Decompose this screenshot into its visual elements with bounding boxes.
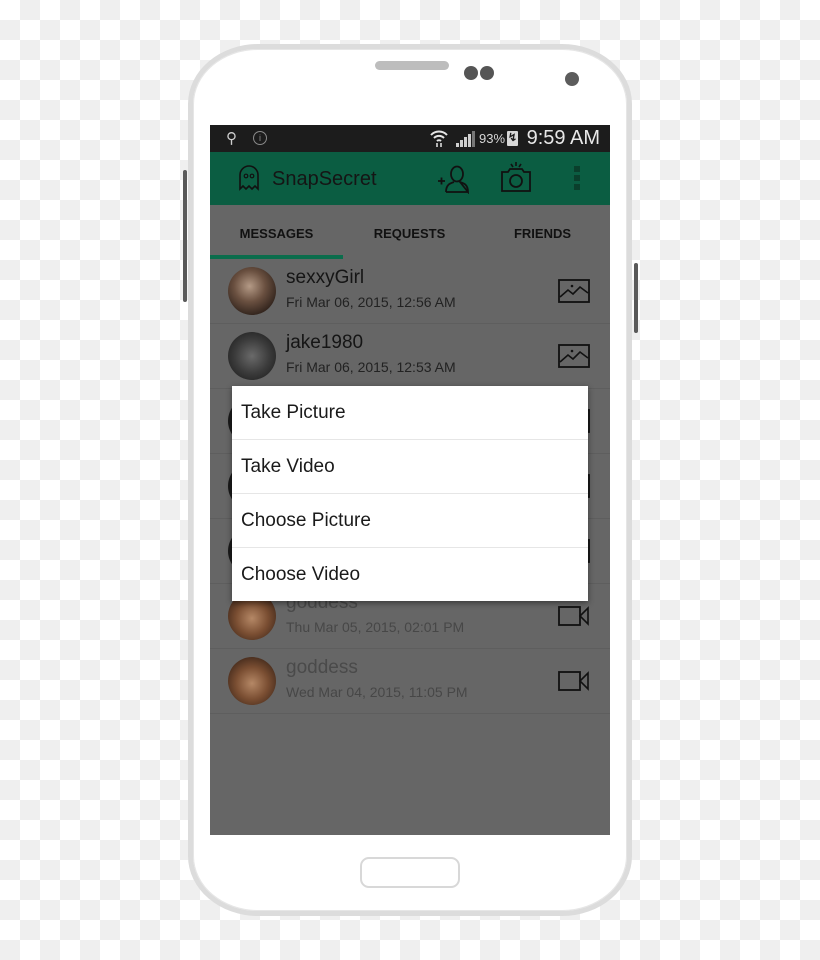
avatar	[228, 267, 276, 315]
ghost-icon	[239, 165, 259, 191]
tab-requests[interactable]: REQUESTS	[343, 226, 476, 241]
signal-icon	[456, 131, 475, 147]
overflow-menu-icon[interactable]	[574, 166, 582, 192]
light-sensor	[480, 66, 494, 80]
app-title: SnapSecret	[272, 168, 377, 190]
home-button[interactable]	[360, 857, 460, 888]
avatar	[228, 657, 276, 705]
message-date: Wed Mar 04, 2015, 11:05 PM	[286, 684, 468, 700]
clock: 9:59 AM	[526, 127, 600, 149]
tab-messages[interactable]: MESSAGES	[210, 226, 343, 241]
usb-icon: ⚲	[226, 130, 237, 147]
video-icon	[558, 606, 589, 626]
menu-item-take-picture[interactable]: Take Picture	[232, 386, 588, 440]
tab-friends[interactable]: FRIENDS	[476, 226, 609, 241]
list-item[interactable]: sexxyGirl Fri Mar 06, 2015, 12:56 AM	[210, 259, 610, 324]
menu-item-choose-video[interactable]: Choose Video	[232, 548, 588, 601]
power-button	[634, 263, 638, 333]
proximity-sensor	[464, 66, 478, 80]
message-date: Fri Mar 06, 2015, 12:56 AM	[286, 294, 456, 310]
sender-name: jake1980	[286, 332, 364, 353]
battery-percent: 93%	[479, 131, 506, 146]
message-date: Fri Mar 06, 2015, 12:53 AM	[286, 359, 456, 375]
tab-bar: MESSAGES REQUESTS FRIENDS	[210, 205, 610, 259]
avatar	[228, 332, 276, 380]
image-icon	[558, 344, 590, 368]
front-camera	[565, 72, 579, 86]
battery-charging-icon: ↯	[507, 131, 518, 146]
image-icon	[558, 279, 590, 303]
menu-item-take-video[interactable]: Take Video	[232, 440, 588, 494]
sender-name: sexxyGirl	[286, 267, 365, 288]
status-bar: ⚲ i 93% ↯ 9:59 AM	[210, 125, 610, 152]
speaker-grille	[375, 61, 449, 70]
volume-button	[183, 170, 187, 302]
video-icon	[558, 671, 589, 691]
add-friend-icon[interactable]	[437, 164, 471, 194]
list-item[interactable]: goddess Wed Mar 04, 2015, 11:05 PM	[210, 649, 610, 714]
wifi-icon	[429, 128, 449, 153]
menu-item-choose-picture[interactable]: Choose Picture	[232, 494, 588, 548]
media-options-menu: Take Picture Take Video Choose Picture C…	[232, 386, 588, 601]
app-bar: SnapSecret	[210, 152, 610, 205]
camera-icon[interactable]	[499, 160, 533, 194]
list-item[interactable]: jake1980 Fri Mar 06, 2015, 12:53 AM	[210, 324, 610, 389]
message-date: Thu Mar 05, 2015, 02:01 PM	[286, 619, 465, 635]
info-icon: i	[253, 131, 267, 145]
sender-name: goddess	[286, 657, 358, 678]
